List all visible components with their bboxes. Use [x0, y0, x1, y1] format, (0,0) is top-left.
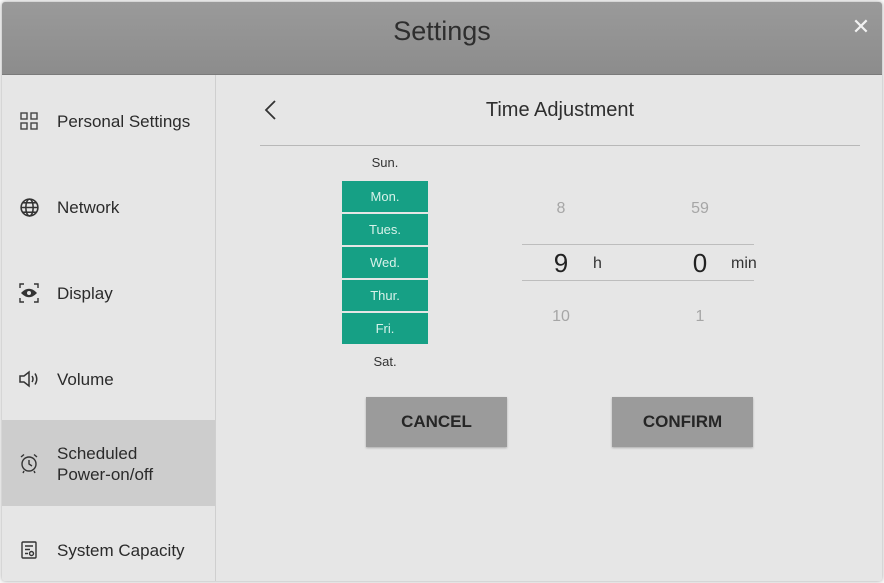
sidebar-item-label: System Capacity [57, 540, 185, 560]
label-line-1: Scheduled [57, 444, 138, 463]
day-item-mon[interactable]: Mon. [342, 181, 428, 212]
sidebar-item-network[interactable]: Network [2, 164, 215, 250]
globe-icon [18, 196, 40, 218]
minute-prev[interactable]: 59 [680, 200, 720, 218]
hour-unit: h [593, 255, 602, 272]
cancel-button[interactable]: CANCEL [366, 397, 507, 447]
day-item-thur[interactable]: Thur. [342, 280, 428, 311]
sidebar-item-label: Network [57, 197, 120, 217]
settings-window: Settings ✕ Personal Settings Network Dis… [2, 2, 882, 581]
minute-current[interactable]: 0 [680, 248, 720, 279]
picker-divider-top [522, 244, 754, 245]
page-title: Time Adjustment [485, 99, 635, 121]
window-title: Settings [393, 16, 491, 46]
hour-next[interactable]: 10 [541, 308, 581, 326]
divider [260, 145, 860, 146]
hour-prev[interactable]: 8 [541, 200, 581, 218]
day-item-tues[interactable]: Tues. [342, 214, 428, 245]
confirm-button[interactable]: CONFIRM [612, 397, 753, 447]
day-item-sun[interactable]: Sun. [342, 147, 428, 178]
sidebar-item-display[interactable]: Display [2, 250, 215, 336]
sidebar-item-scheduled-power[interactable]: Scheduled Power-on/off [2, 420, 215, 506]
time-adjustment-panel: Time Adjustment Sun. Mon. Tues. Wed. Thu… [216, 75, 882, 581]
sidebar-item-system-capacity[interactable]: System Capacity [2, 507, 215, 581]
sidebar-item-volume[interactable]: Volume [2, 336, 215, 422]
picker-divider-bottom [522, 280, 754, 281]
day-item-fri[interactable]: Fri. [342, 313, 428, 344]
sidebar-item-personal-settings[interactable]: Personal Settings [2, 78, 215, 164]
title-bar: Settings ✕ [2, 2, 882, 75]
day-item-sat[interactable]: Sat. [342, 346, 428, 377]
minute-unit: min [731, 255, 757, 272]
eye-icon [18, 282, 40, 304]
minute-next[interactable]: 1 [680, 308, 720, 326]
label-line-2: Power-on/off [57, 465, 154, 484]
grid-icon [18, 110, 40, 132]
sidebar-item-label: Volume [57, 369, 114, 389]
sidebar: Personal Settings Network Display Volume… [2, 75, 216, 581]
alarm-clock-icon [18, 452, 40, 474]
day-item-wed[interactable]: Wed. [342, 247, 428, 278]
sidebar-item-label: Scheduled Power-on/off [57, 443, 153, 485]
close-button[interactable]: ✕ [850, 16, 872, 38]
sidebar-item-label: Personal Settings [57, 111, 191, 131]
close-icon: ✕ [851, 14, 871, 39]
hour-current[interactable]: 9 [541, 248, 581, 279]
sidebar-item-label: Display [57, 283, 113, 303]
speaker-icon [18, 368, 40, 390]
storage-icon [18, 539, 40, 561]
